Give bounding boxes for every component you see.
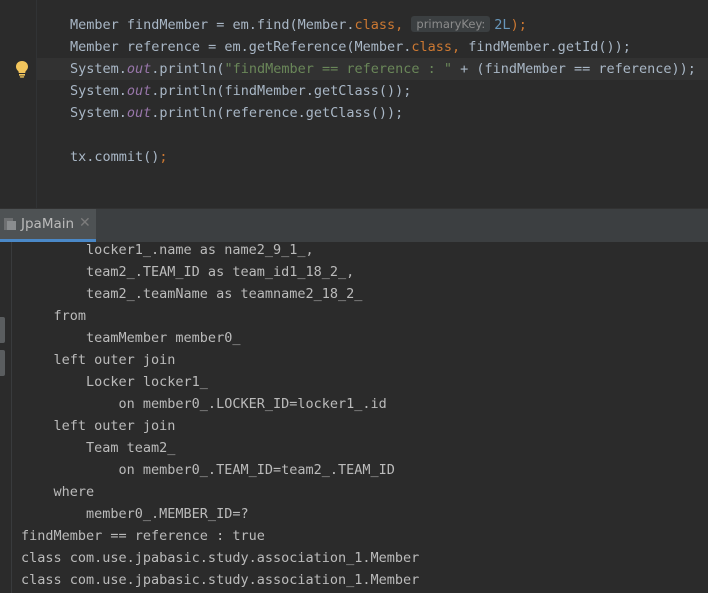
code-line[interactable]: tx.commit(); [70,146,168,168]
console-line: findMember == reference : true [21,528,265,544]
console-output[interactable]: locker1_.name as name2_9_1_, team2_.TEAM… [0,242,708,593]
code-token: tx.commit() [70,149,160,165]
console-line: teamMember member0_ [21,330,241,346]
code-token: System. [70,61,127,77]
code-token: Member findMember = em.find(Member. [70,17,355,33]
console-line: locker1_.name as name2_9_1_, [21,242,314,258]
code-token: ; [159,149,168,165]
side-marker [0,350,5,376]
code-line[interactable]: System.out.println(findMember.getClass()… [70,80,411,102]
code-token: System. [70,83,127,99]
console-line: on member0_.LOCKER_ID=locker1_.id [21,396,387,412]
console-line: class com.use.jpabasic.study.association… [21,550,420,566]
code-token: .println(reference.getClass()); [151,105,404,121]
lightbulb-icon[interactable] [14,60,30,78]
code-token: 2L [494,17,511,33]
editor-gutter [0,0,37,208]
parameter-hint: primaryKey: [411,16,491,32]
run-tool-window-header: JpaMain ✕ [0,208,708,243]
code-token: .println( [151,61,225,77]
side-marker [0,317,5,343]
code-token: , [395,17,412,33]
code-token: System. [70,105,127,121]
code-token: , [452,39,469,55]
console-line: on member0_.TEAM_ID=team2_.TEAM_ID [21,462,395,478]
console-gutter [0,242,12,593]
code-token: "findMember == reference : " [224,61,453,77]
tab-label: JpaMain [21,216,75,232]
code-editor[interactable]: Member findMember = em.find(Member.class… [0,0,708,208]
code-line[interactable]: System.out.println("findMember == refere… [70,58,696,80]
code-line[interactable]: System.out.println(reference.getClass())… [70,102,403,124]
console-line: left outer join [21,418,176,434]
console-line: team2_.TEAM_ID as team_id1_18_2_, [21,264,355,280]
console-line: left outer join [21,352,176,368]
code-token: out [126,105,152,121]
code-token: Member reference = em.getReference(Membe… [70,39,412,55]
console-line: where [21,484,95,500]
code-token: class [354,17,396,33]
console-line: Locker locker1_ [21,374,208,390]
run-config-icon [4,218,16,230]
close-icon[interactable]: ✕ [79,215,91,231]
console-line: Team team2_ [21,440,176,456]
tab-jpamain[interactable]: JpaMain ✕ [0,209,96,242]
code-token: out [126,61,152,77]
code-token: + (findMember == reference)); [452,61,696,77]
code-token: ); [510,17,527,33]
code-token: out [126,83,152,99]
code-line[interactable]: Member reference = em.getReference(Membe… [70,36,631,58]
code-token: .println(findMember.getClass()); [151,83,412,99]
console-line: class com.use.jpabasic.study.association… [21,572,420,588]
console-line: member0_.MEMBER_ID=? [21,506,249,522]
console-line: from [21,308,87,324]
code-token: findMember.getId()); [468,39,631,55]
console-line: team2_.teamName as teamname2_18_2_ [21,286,363,302]
code-token: class [411,39,453,55]
code-line[interactable]: Member findMember = em.find(Member.class… [70,14,527,36]
